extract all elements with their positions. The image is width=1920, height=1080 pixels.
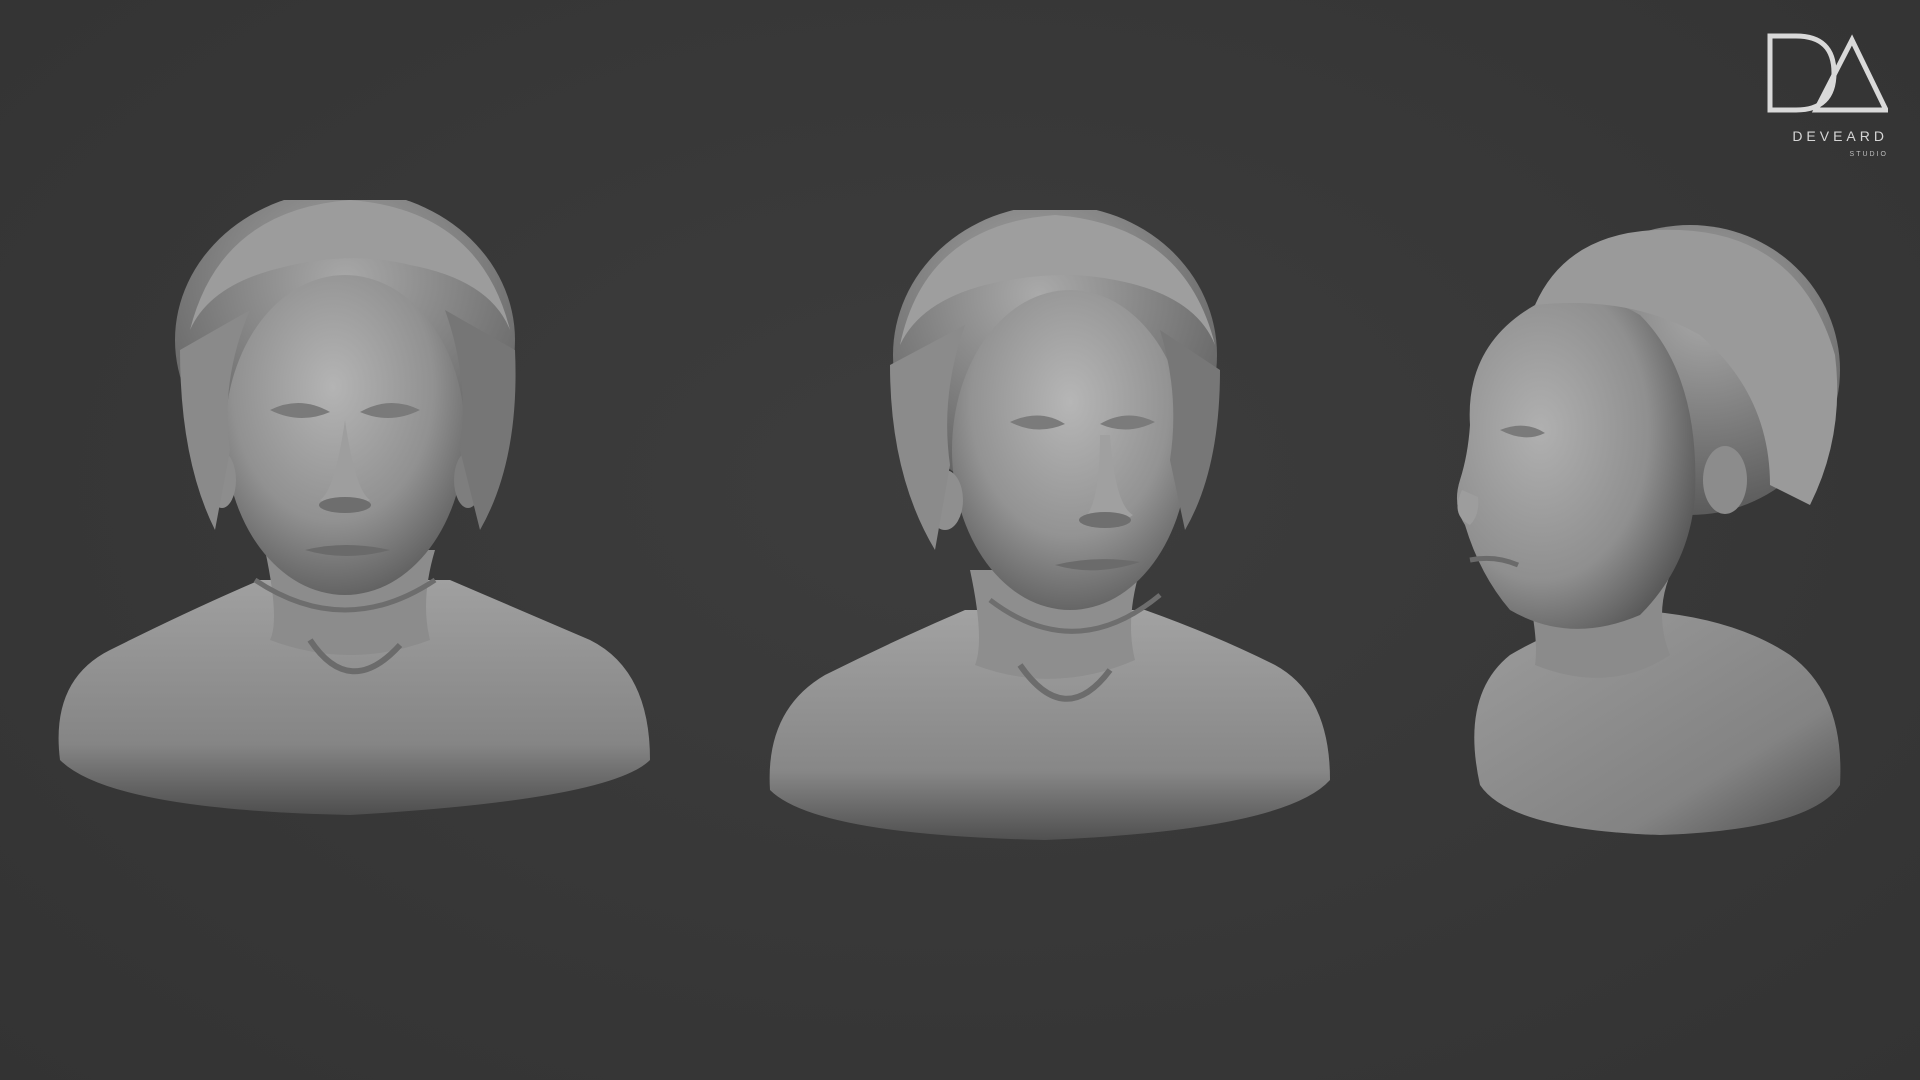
sculpt-bust-front — [50, 200, 660, 840]
bust-side-image — [1456, 225, 1841, 835]
deveard-logo-mark-icon — [1767, 33, 1888, 113]
viewport-canvas: DEVEARD STUDIO — [0, 0, 1920, 1080]
sculpt-bust-three-quarter — [765, 210, 1345, 850]
bust-three-quarter-image — [769, 210, 1330, 840]
studio-logo: DEVEARD STUDIO — [1758, 32, 1888, 172]
studio-name: DEVEARD — [1792, 128, 1888, 144]
bust-front-image — [58, 200, 651, 815]
sculpt-bust-side — [1440, 225, 1850, 845]
studio-subtitle: STUDIO — [1849, 151, 1888, 158]
